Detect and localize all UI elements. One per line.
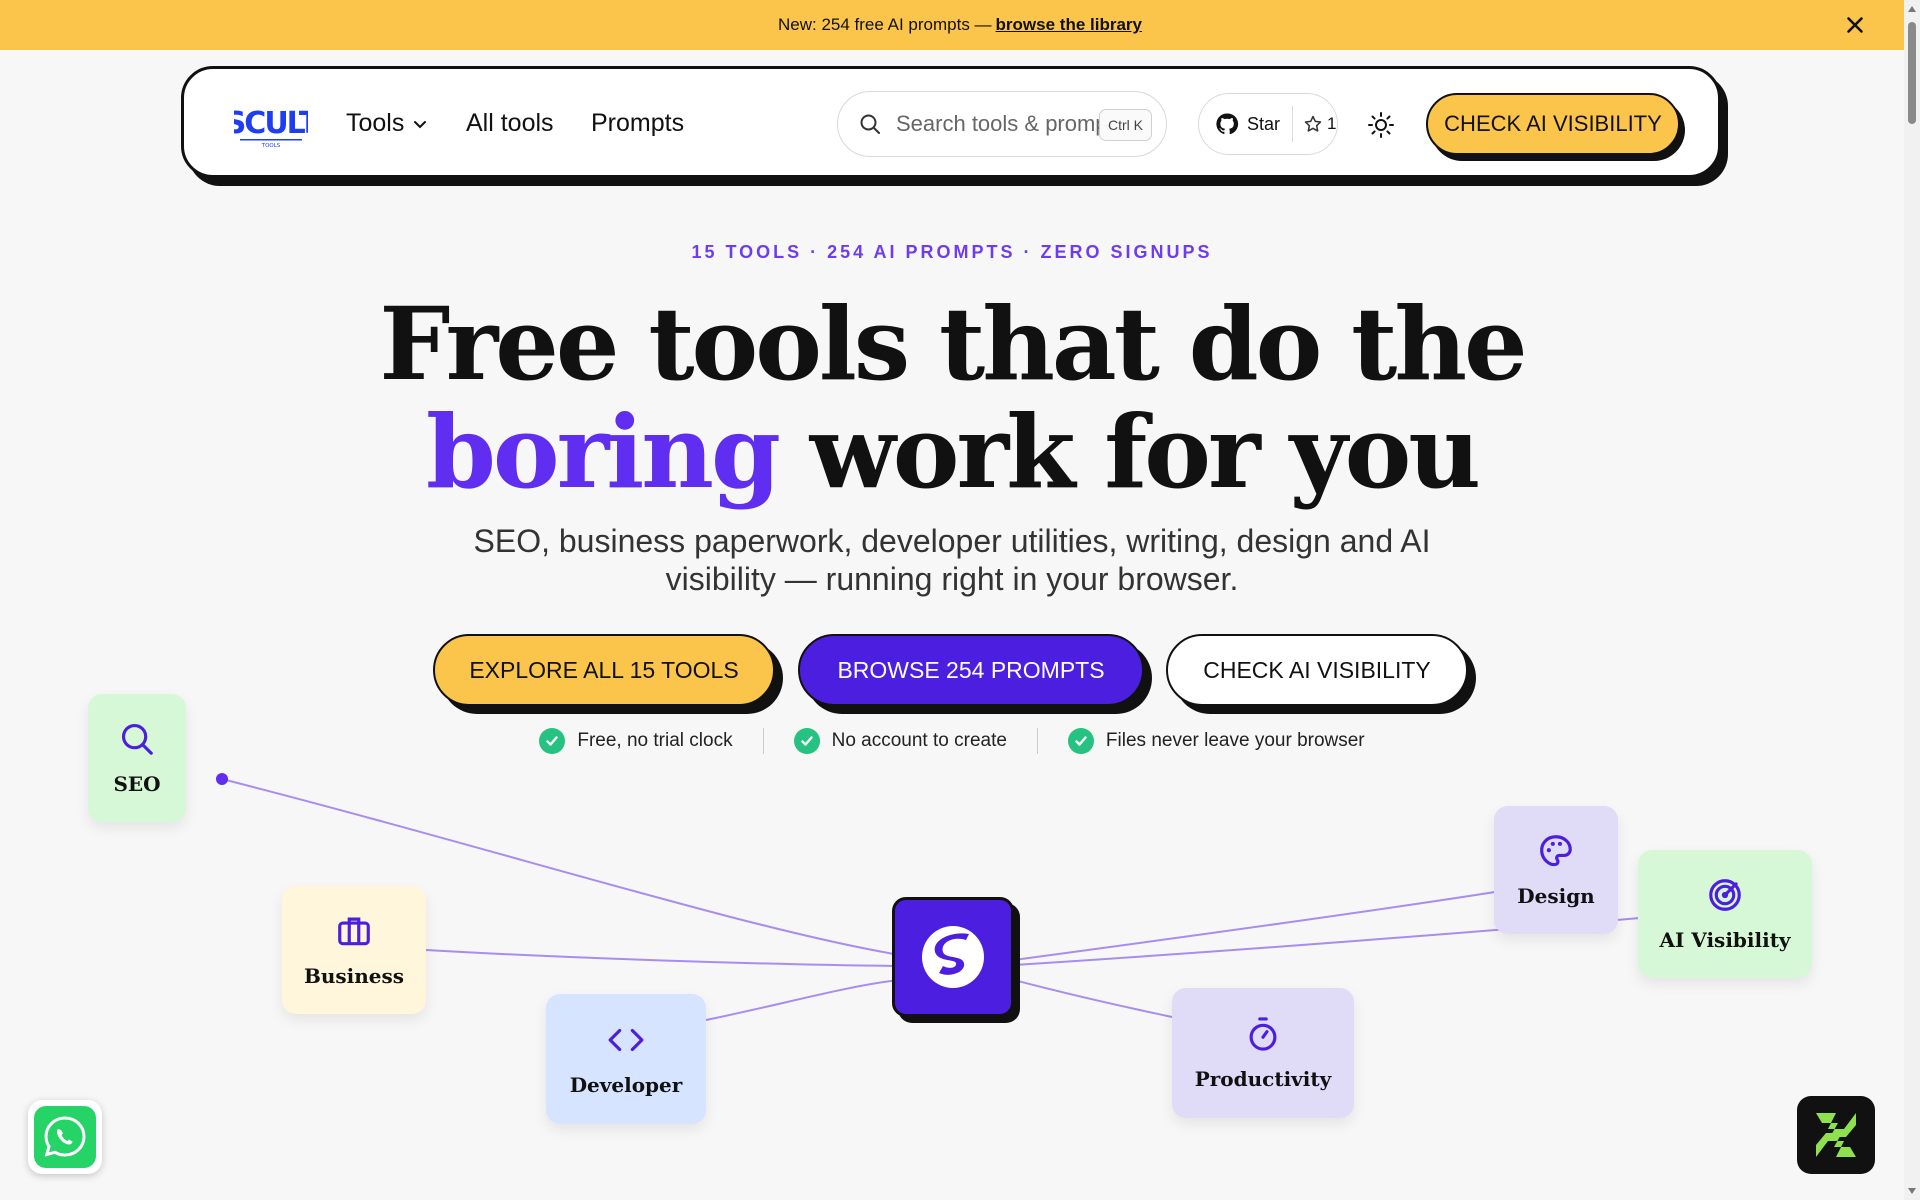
- check-ai-visibility-button[interactable]: CHECK AI VISIBILITY: [1166, 634, 1468, 706]
- scult-logo-icon: [922, 926, 984, 988]
- radar-icon: [1709, 879, 1741, 911]
- svg-text:SCULT: SCULT: [234, 106, 308, 141]
- github-star-button[interactable]: Star 1: [1198, 93, 1338, 155]
- headline-line-1: Free tools that do the: [379, 285, 1527, 403]
- close-icon[interactable]: [1842, 12, 1868, 38]
- main-nav: SCULT TOOLS Tools All tools Prompts Ctrl…: [181, 66, 1721, 178]
- search-icon: [860, 114, 880, 134]
- category-card-productivity[interactable]: Productivity: [1172, 988, 1354, 1118]
- feature-item: Free, no trial clock: [509, 728, 762, 754]
- divider: [1292, 106, 1294, 142]
- hub-logo[interactable]: [892, 897, 1014, 1017]
- check-ai-visibility-button-wrap: CHECK AI VISIBILITY: [1166, 634, 1476, 714]
- browse-prompts-button[interactable]: BROWSE 254 PROMPTS: [798, 634, 1144, 706]
- search-shortcut: Ctrl K: [1099, 109, 1152, 141]
- logo[interactable]: SCULT TOOLS: [234, 105, 308, 149]
- category-label: SEO: [113, 772, 161, 796]
- scult-logo-icon: [1816, 1113, 1856, 1157]
- category-label: Design: [1517, 884, 1595, 908]
- github-icon: [1216, 113, 1239, 135]
- star-icon: [1304, 115, 1322, 132]
- announcement-text: New: 254 free AI prompts —: [778, 15, 992, 34]
- category-card-seo[interactable]: SEO: [88, 694, 186, 822]
- browse-prompts-button-wrap: BROWSE 254 PROMPTS: [798, 634, 1152, 714]
- feature-list: Free, no trial clock No account to creat…: [0, 728, 1904, 754]
- svg-text:TOOLS: TOOLS: [261, 143, 281, 149]
- check-icon: [539, 728, 566, 754]
- category-label: Developer: [569, 1073, 683, 1097]
- category-card-developer[interactable]: Developer: [546, 994, 706, 1124]
- headline-line-2: boring work for you: [0, 398, 1904, 506]
- nav-tools-label: Tools: [346, 109, 405, 137]
- category-label: AI Visibility: [1659, 928, 1791, 952]
- scrollbar-thumb[interactable]: [1908, 22, 1916, 124]
- nav-prompts[interactable]: Prompts: [591, 109, 684, 138]
- headline-line-2-rest: work for you: [809, 393, 1481, 511]
- corner-logo-button[interactable]: [1797, 1096, 1875, 1174]
- whatsapp-icon: [34, 1106, 96, 1168]
- hero-eyebrow: 15 TOOLS · 254 AI PROMPTS · ZERO SIGNUPS: [691, 242, 1213, 262]
- check-icon: [1067, 728, 1094, 754]
- star-count-value: 1: [1327, 114, 1337, 133]
- check-ai-visibility-nav-button[interactable]: CHECK AI VISIBILITY: [1426, 93, 1680, 155]
- search-icon: [121, 723, 153, 755]
- star-count: 1: [1303, 114, 1336, 134]
- briefcase-icon: [338, 917, 370, 946]
- nav-tools-dropdown[interactable]: Tools: [346, 109, 428, 138]
- announcement-link[interactable]: browse the library: [996, 15, 1142, 35]
- chevron-down-icon: [414, 120, 427, 128]
- check-icon: [793, 728, 820, 754]
- announcement-bar: New: 254 free AI prompts — browse the li…: [0, 0, 1920, 50]
- feature-text: Free, no trial clock: [577, 730, 733, 751]
- explore-tools-button[interactable]: EXPLORE ALL 15 TOOLS: [433, 634, 775, 706]
- feature-item: No account to create: [762, 728, 1037, 754]
- palette-icon: [1540, 835, 1572, 867]
- category-label: Productivity: [1194, 1067, 1332, 1091]
- scrollbar[interactable]: [1904, 0, 1920, 1200]
- search-input[interactable]: [896, 111, 1106, 137]
- github-star-label: Star: [1247, 113, 1281, 134]
- headline-accent: boring: [425, 393, 781, 511]
- feature-item: Files never leave your browser: [1036, 728, 1395, 754]
- nav-all-tools[interactable]: All tools: [466, 109, 554, 138]
- hero-headline: Free tools that do the boring work for y…: [0, 290, 1904, 506]
- feature-text: No account to create: [831, 730, 1007, 751]
- stopwatch-icon: [1249, 1017, 1277, 1051]
- whatsapp-button[interactable]: [28, 1100, 102, 1174]
- sun-icon[interactable]: [1367, 111, 1395, 139]
- scroll-up-arrow[interactable]: [1908, 6, 1916, 12]
- code-icon: [608, 1028, 644, 1052]
- feature-text: Files never leave your browser: [1105, 730, 1365, 751]
- scroll-down-arrow[interactable]: [1908, 1188, 1916, 1194]
- search-box[interactable]: Ctrl K: [837, 91, 1167, 157]
- explore-tools-button-wrap: EXPLORE ALL 15 TOOLS: [433, 634, 783, 714]
- hero-subheading: SEO, business paperwork, developer utili…: [473, 523, 1431, 597]
- category-card-ai-visibility[interactable]: AI Visibility: [1638, 850, 1812, 978]
- category-card-business[interactable]: Business: [282, 886, 426, 1014]
- category-label: Business: [303, 964, 405, 988]
- category-card-design[interactable]: Design: [1494, 806, 1618, 934]
